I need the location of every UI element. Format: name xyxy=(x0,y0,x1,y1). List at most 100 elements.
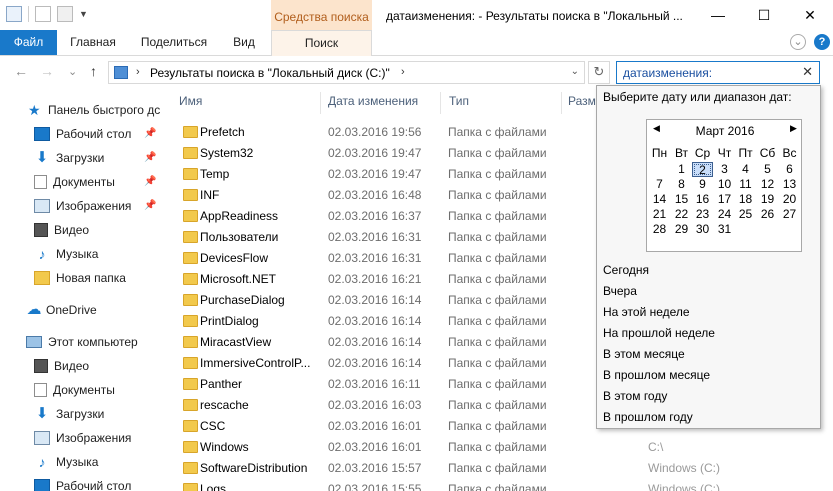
next-month-button[interactable]: ▶ xyxy=(790,123,797,134)
maximize-button[interactable]: ☐ xyxy=(741,0,787,30)
calendar-day[interactable]: 10 xyxy=(714,177,735,192)
calendar-day[interactable]: 19 xyxy=(757,192,778,207)
search-box[interactable]: ✕ xyxy=(616,61,820,84)
close-button[interactable]: ✕ xyxy=(787,0,833,30)
calendar-day[interactable]: 23 xyxy=(692,207,713,222)
table-row[interactable]: rescache 02.03.2016 16:03 Папка с файлами xyxy=(176,395,596,416)
calendar-day[interactable]: 21 xyxy=(649,207,670,222)
calendar-day[interactable]: 29 xyxy=(671,222,692,237)
properties-icon[interactable] xyxy=(35,6,51,22)
nav-item-video[interactable]: Видео xyxy=(34,219,89,241)
address-dropdown-icon[interactable]: ⌄ xyxy=(571,66,579,77)
tab-search[interactable]: Поиск xyxy=(271,30,372,56)
date-option[interactable]: В этом месяце xyxy=(603,347,685,361)
calendar-day[interactable]: 22 xyxy=(671,207,692,222)
back-button[interactable]: ← xyxy=(14,63,28,79)
calendar-day[interactable]: 4 xyxy=(735,162,756,177)
calendar-day[interactable]: 30 xyxy=(692,222,713,237)
nav-pc-video[interactable]: Видео xyxy=(34,355,89,377)
date-option[interactable]: Сегодня xyxy=(603,263,649,277)
table-row[interactable]: Prefetch 02.03.2016 19:56 Папка с файлами xyxy=(176,122,596,143)
column-header-size[interactable]: Разм xyxy=(568,94,596,114)
minimize-button[interactable]: — xyxy=(695,0,741,30)
column-header-name[interactable]: Имя xyxy=(179,94,202,114)
date-option[interactable]: В прошлом месяце xyxy=(603,368,710,382)
recent-locations-chevron-icon[interactable]: ⌄ xyxy=(68,65,77,78)
nav-quick-access[interactable]: ★ Панель быстрого дс xyxy=(28,99,160,121)
explorer-icon[interactable] xyxy=(6,6,22,22)
nav-item-downloads[interactable]: ⬇ Загрузки xyxy=(34,147,105,169)
date-option[interactable]: Вчера xyxy=(603,284,637,298)
table-row[interactable]: AppReadiness 02.03.2016 16:37 Папка с файл… xyxy=(176,206,596,227)
calendar-day[interactable]: 6 xyxy=(779,162,800,177)
refresh-button[interactable]: ↻ xyxy=(588,61,610,84)
calendar-day[interactable]: 26 xyxy=(757,207,778,222)
nav-onedrive[interactable]: ☁ OneDrive xyxy=(26,299,97,321)
breadcrumb-chevron-icon[interactable]: › xyxy=(401,66,405,78)
new-folder-icon[interactable] xyxy=(57,6,73,22)
nav-item-desktop[interactable]: Рабочий стол xyxy=(34,123,131,145)
column-divider[interactable] xyxy=(320,92,321,114)
calendar-day[interactable]: 31 xyxy=(714,222,735,237)
column-divider[interactable] xyxy=(561,92,562,114)
collapse-ribbon-icon[interactable]: ⌄ xyxy=(790,34,806,50)
calendar-day[interactable]: 17 xyxy=(714,192,735,207)
calendar-day[interactable]: 13 xyxy=(779,177,800,192)
table-row[interactable]: System32 02.03.2016 19:47 Папка с файлами xyxy=(176,143,596,164)
nav-this-pc[interactable]: Этот компьютер xyxy=(26,331,138,353)
nav-pc-documents[interactable]: Документы xyxy=(34,379,115,401)
table-row[interactable]: PurchaseDialog 02.03.2016 16:14 Папка с фа… xyxy=(176,290,596,311)
table-row[interactable]: MiracastView 02.03.2016 16:14 Папка с файл… xyxy=(176,332,596,353)
calendar-day[interactable]: 16 xyxy=(692,192,713,207)
date-option[interactable]: В прошлом году xyxy=(603,410,693,424)
forward-button[interactable]: → xyxy=(40,63,54,79)
calendar-day[interactable]: 9 xyxy=(692,177,713,192)
help-icon[interactable]: ? xyxy=(814,34,830,50)
table-row[interactable]: Microsoft.NET 02.03.2016 16:21 Папка с фай… xyxy=(176,269,596,290)
calendar-day[interactable]: 15 xyxy=(671,192,692,207)
nav-pc-pictures[interactable]: Изображения xyxy=(34,427,131,449)
calendar-day[interactable]: 11 xyxy=(735,177,756,192)
column-divider[interactable] xyxy=(440,92,441,114)
date-option[interactable]: На прошлой неделе xyxy=(603,326,715,340)
calendar-day[interactable]: 5 xyxy=(757,162,778,177)
nav-pc-music[interactable]: ♪ Музыка xyxy=(34,451,99,473)
table-row[interactable]: Пользователи 02.03.2016 16:31 Папка с файл… xyxy=(176,227,596,248)
calendar-month-label[interactable]: Март 2016 xyxy=(647,124,803,138)
calendar-day[interactable]: 7 xyxy=(649,177,670,192)
calendar-day[interactable]: 8 xyxy=(671,177,692,192)
search-input[interactable] xyxy=(623,65,793,81)
table-row[interactable]: Windows 02.03.2016 16:01 Папка с файлами xyxy=(176,437,596,458)
table-row[interactable]: Logs 02.03.2016 15:55 Папка с файлами xyxy=(176,479,596,491)
nav-item-new-folder[interactable]: Новая папка xyxy=(34,267,126,289)
breadcrumb[interactable]: Результаты поиска в "Локальный диск (C:)… xyxy=(150,66,390,80)
calendar-day[interactable]: 12 xyxy=(757,177,778,192)
table-row[interactable]: CSC 02.03.2016 16:01 Папка с файлами xyxy=(176,416,596,437)
table-row[interactable]: Panther 02.03.2016 16:11 Папка с файлами xyxy=(176,374,596,395)
column-header-date[interactable]: Дата изменения xyxy=(328,94,418,114)
nav-item-pictures[interactable]: Изображения xyxy=(34,195,131,217)
nav-pc-downloads[interactable]: ⬇ Загрузки xyxy=(34,403,105,425)
clear-search-button[interactable]: ✕ xyxy=(802,64,813,80)
date-option[interactable]: На этой неделе xyxy=(603,305,690,319)
table-row[interactable]: ImmersiveControlP... 02.03.2016 16:14 Папк… xyxy=(176,353,596,374)
nav-item-documents[interactable]: Документы xyxy=(34,171,115,193)
table-row[interactable]: PrintDialog 02.03.2016 16:14 Папка с файла… xyxy=(176,311,596,332)
calendar-day[interactable]: 18 xyxy=(735,192,756,207)
calendar-day[interactable]: 20 xyxy=(779,192,800,207)
table-row[interactable]: INF 02.03.2016 16:48 Папка с файлами xyxy=(176,185,596,206)
calendar-day[interactable]: 3 xyxy=(714,162,735,177)
table-row[interactable]: SoftwareDistribution 02.03.2016 15:57 Папк… xyxy=(176,458,596,479)
tab-file[interactable]: Файл xyxy=(0,30,57,55)
calendar-day[interactable]: 25 xyxy=(735,207,756,222)
tab-view[interactable]: Вид xyxy=(222,30,266,55)
tab-home[interactable]: Главная xyxy=(60,30,126,55)
customize-toolbar-chevron-icon[interactable]: ▼ xyxy=(79,9,88,19)
up-button[interactable]: ↑ xyxy=(90,63,97,79)
calendar-day[interactable]: 1 xyxy=(671,162,692,177)
tab-share[interactable]: Поделиться xyxy=(132,30,216,55)
column-header-type[interactable]: Тип xyxy=(449,94,469,114)
nav-item-music[interactable]: ♪ Музыка xyxy=(34,243,99,265)
nav-pc-desktop[interactable]: Рабочий стол xyxy=(34,475,131,491)
calendar-day[interactable]: 27 xyxy=(779,207,800,222)
